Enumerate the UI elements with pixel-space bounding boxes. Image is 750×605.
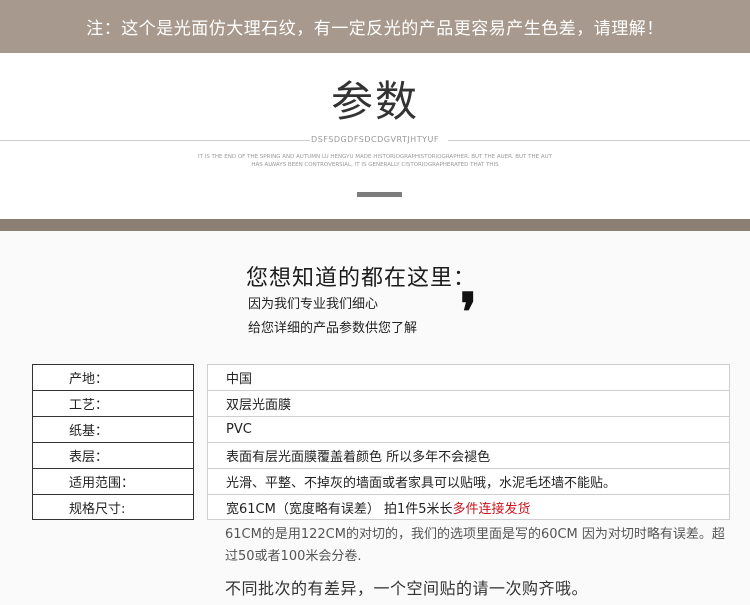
spec-value: 表面有层光面膜覆盖着颜色 所以多年不会褪色 bbox=[207, 442, 730, 468]
divider-band bbox=[0, 219, 750, 231]
spec-value: 双层光面膜 bbox=[207, 390, 730, 416]
spec-value-usage: 光滑、平整、不掉灰的墙面或者家具可以贴哦，水泥毛坯墙不能贴。 bbox=[207, 468, 730, 494]
title-deco-bar bbox=[357, 192, 402, 197]
notice-bar: 注：这个是光面仿大理石纹，有一定反光的产品更容易产生色差，请理解！ bbox=[0, 0, 750, 53]
title-small-line-1: IT IS THE END OF THE SPRING AND AUTUMN L… bbox=[197, 154, 553, 160]
size-text: 宽61CM（宽度略有误差） 拍1件5米长 bbox=[226, 501, 453, 517]
spec-label: 适用范围： bbox=[32, 468, 194, 494]
batch-note: 不同批次的有差异，一个空间贴的请一次购齐哦。 bbox=[225, 579, 589, 598]
quote-mark-icon: ❜ bbox=[460, 282, 477, 343]
spec-label: 规格尺寸: bbox=[32, 494, 194, 520]
notice-text: 注：这个是光面仿大理石纹，有一定反光的产品更容易产生色差，请理解！ bbox=[86, 19, 664, 39]
spec-label: 工艺： bbox=[32, 390, 194, 416]
want-title: 您想知道的都在这里： bbox=[246, 266, 477, 291]
size-note: 61CM的是用122CM的对切的，我们的选项里面是写的60CM 因为对切时略有误… bbox=[225, 527, 725, 564]
spec-value: PVC bbox=[207, 416, 730, 442]
want-line-2: 给您详细的产品参数供您了解 bbox=[248, 321, 418, 336]
spec-label-column: 产地： 工艺： 纸基： 表层： 适用范围： 规格尺寸: bbox=[32, 364, 194, 520]
spec-value-column: 中国 双层光面膜 PVC 表面有层光面膜覆盖着颜色 所以多年不会褪色 光滑、平整… bbox=[207, 364, 730, 520]
size-shipping-note: 多件连接发货 bbox=[452, 501, 531, 517]
spec-label: 纸基： bbox=[32, 416, 194, 442]
spec-value-size: 宽61CM（宽度略有误差） 拍1件5米长 多件连接发货 bbox=[207, 494, 730, 520]
want-line-1: 因为我们专业我们细心 bbox=[248, 297, 379, 312]
spec-label: 表层： bbox=[32, 442, 194, 468]
spec-value: 中国 bbox=[207, 364, 730, 390]
page-title: 参数 bbox=[330, 77, 419, 126]
title-subcode: DSFSDGDFSDCDGVRTJHTYUF bbox=[311, 135, 439, 144]
title-small-text: IT IS THE END OF THE SPRING AND AUTUMN L… bbox=[175, 153, 575, 169]
spec-section: 您想知道的都在这里： 因为我们专业我们细心 给您详细的产品参数供您了解 ❜ 产地… bbox=[0, 231, 750, 605]
title-section: 参数 DSFSDGDFSDCDGVRTJHTYUF IT IS THE END … bbox=[0, 53, 750, 219]
title-small-line-2: HAS ALWAYS BEEN CONTROVERSIAL, IT IS GEN… bbox=[251, 162, 499, 168]
spec-label: 产地： bbox=[32, 364, 194, 390]
